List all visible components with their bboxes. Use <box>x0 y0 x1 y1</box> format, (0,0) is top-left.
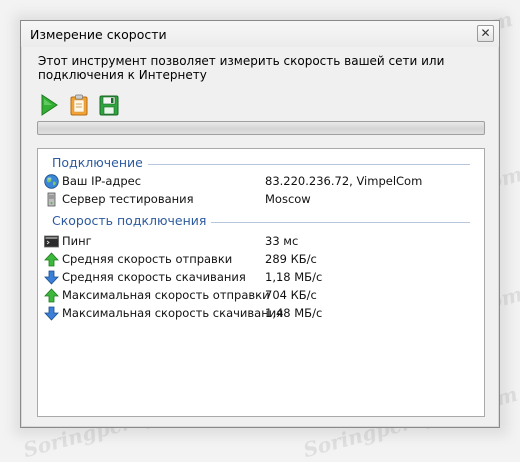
description-text: Этот инструмент позволяет измерить скоро… <box>38 54 445 82</box>
save-disk-icon <box>99 95 119 116</box>
close-button[interactable]: ✕ <box>477 25 494 42</box>
max-download-label: Максимальная скорость скачивания <box>62 306 284 320</box>
toolbar <box>38 93 120 117</box>
window-title: Измерение скорости <box>30 27 167 42</box>
max-download-row: Максимальная скорость скачивания 1,48 МБ… <box>44 304 464 322</box>
ip-address-label: Ваш IP-адрес <box>62 174 142 188</box>
ip-address-row: Ваш IP-адрес 83.220.236.72, VimpelCom <box>44 172 464 190</box>
avg-download-row: Средняя скорость скачивания 1,18 МБ/с <box>44 268 464 286</box>
server-icon <box>44 192 59 207</box>
globe-icon <box>44 173 59 189</box>
results-panel: Подключение Ваш IP-адрес 83.220.236.72, … <box>37 148 485 417</box>
test-server-label: Сервер тестирования <box>62 192 194 206</box>
test-server-row: Сервер тестирования Moscow <box>44 190 464 208</box>
close-icon: ✕ <box>480 26 491 40</box>
test-progress-bar <box>37 121 485 135</box>
start-test-button[interactable] <box>38 93 60 117</box>
max-download-value: 1,48 МБ/с <box>265 306 323 320</box>
avg-upload-label: Средняя скорость отправки <box>62 252 233 266</box>
speed-test-window: Измерение скорости ✕ Этот инструмент поз… <box>20 20 500 428</box>
max-upload-value: 704 КБ/с <box>265 288 317 302</box>
test-server-value: Moscow <box>265 192 311 206</box>
arrow-up-icon <box>44 287 59 303</box>
ping-label: Пинг <box>62 234 92 248</box>
avg-upload-row: Средняя скорость отправки 289 КБ/с <box>44 250 464 268</box>
save-results-button[interactable] <box>98 93 120 117</box>
title-bar[interactable]: Измерение скорости ✕ <box>21 21 499 47</box>
ping-row: Пинг 33 мс <box>44 232 464 250</box>
avg-download-label: Средняя скорость скачивания <box>62 270 246 284</box>
group-divider <box>211 221 470 223</box>
max-upload-row: Максимальная скорость отправки 704 КБ/с <box>44 286 464 304</box>
avg-upload-value: 289 КБ/с <box>265 252 317 266</box>
ip-address-value: 83.220.236.72, VimpelCom <box>265 174 423 188</box>
clipboard-icon <box>70 94 88 116</box>
group-divider <box>147 163 470 165</box>
connection-group-heading: Подключение <box>52 155 470 170</box>
speed-heading-label: Скорость подключения <box>52 213 207 228</box>
connection-heading-label: Подключение <box>52 155 143 170</box>
arrow-down-icon <box>44 270 59 285</box>
avg-download-value: 1,18 МБ/с <box>265 270 323 284</box>
play-icon <box>41 94 58 116</box>
arrow-down-icon <box>44 306 59 321</box>
copy-results-button[interactable] <box>68 93 90 117</box>
ping-value: 33 мс <box>265 234 299 248</box>
speed-group-heading: Скорость подключения <box>52 213 470 228</box>
terminal-icon <box>44 234 59 249</box>
max-upload-label: Максимальная скорость отправки <box>62 288 270 302</box>
arrow-up-icon <box>44 251 59 267</box>
